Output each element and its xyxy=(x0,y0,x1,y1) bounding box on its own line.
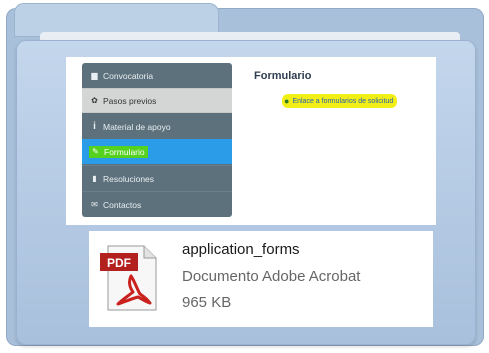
sidebar-item-label: Convocatoria xyxy=(103,70,154,81)
envelope-icon: ✉ xyxy=(91,200,98,209)
file-name: application_forms xyxy=(182,241,300,258)
book-icon: ▆ xyxy=(91,71,98,80)
sidebar-item-contactos[interactable]: ✉ Contactos xyxy=(82,192,232,217)
pdf-file-item[interactable]: PDF application_forms Documento Adobe Ac… xyxy=(89,231,433,327)
globe-icon: ● xyxy=(284,96,290,106)
web-page-panel: ▆ Convocatoria ✿ Pasos previos i Materia… xyxy=(66,57,436,225)
info-icon: i xyxy=(93,121,96,132)
sidebar-item-convocatoria[interactable]: ▆ Convocatoria xyxy=(82,63,232,88)
sidebar-item-label: Material de apoyo xyxy=(103,121,171,132)
link-label: Enlace a formularios de solicitud xyxy=(292,97,394,105)
sidebar-item-pasos-previos[interactable]: ✿ Pasos previos xyxy=(82,88,232,113)
pencil-icon: ✎ xyxy=(92,147,99,156)
gear-icon: ✿ xyxy=(91,96,98,105)
formulario-highlight: ✎ Formulario xyxy=(89,145,148,158)
sidebar-item-formulario[interactable]: ✎ Formulario xyxy=(82,139,232,164)
sidebar-item-label: Contactos xyxy=(103,199,142,210)
sidebar-item-material-de-apoyo[interactable]: i Material de apoyo xyxy=(82,114,232,139)
file-type: Documento Adobe Acrobat xyxy=(182,268,361,285)
sidebar-item-label: Resoluciones xyxy=(103,173,155,184)
sidebar-item-label: Formulario xyxy=(104,146,145,157)
sidebar-item-label: Pasos previos xyxy=(103,95,157,106)
page-title: Formulario xyxy=(254,70,312,82)
document-icon: ▮ xyxy=(92,174,97,183)
pdf-badge-text: PDF xyxy=(107,256,131,270)
pdf-file-icon: PDF xyxy=(100,245,157,311)
file-size: 965 KB xyxy=(182,294,232,311)
application-forms-link[interactable]: ● Enlace a formularios de solicitud xyxy=(282,94,398,108)
sidebar-item-resoluciones[interactable]: ▮ Resoluciones xyxy=(82,166,232,191)
sidebar-nav: ▆ Convocatoria ✿ Pasos previos i Materia… xyxy=(82,63,232,217)
